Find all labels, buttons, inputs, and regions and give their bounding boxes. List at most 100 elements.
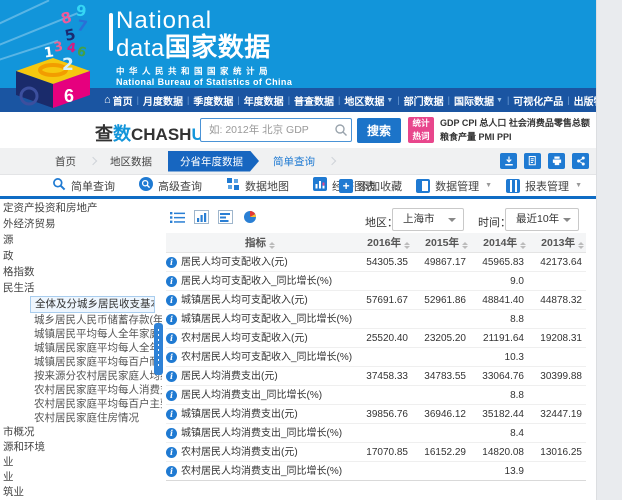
action-报表管理[interactable]: 报表管理▼ (506, 178, 582, 194)
bar-chart-view-icon[interactable] (194, 210, 209, 224)
chashu-logo: 查数CHASHU (95, 120, 204, 146)
value-cell: 8.8 (470, 386, 528, 404)
value-cell (412, 272, 470, 290)
nav-item-5[interactable]: 普查数据 (290, 93, 338, 108)
sidebar-item[interactable]: 城镇居民家庭平均每人全年消费性支出 (0, 341, 162, 355)
column-header-label: 2016年 (367, 237, 401, 249)
share-icon[interactable] (572, 153, 589, 169)
nav-item-9[interactable]: 可视化产品 (509, 93, 567, 108)
sidebar-item[interactable]: 外经济贸易 (0, 216, 162, 232)
nav-item-7[interactable]: 部门数据 (400, 93, 448, 108)
sidebar-item[interactable]: 格指数 (0, 264, 162, 280)
nav-item-label: 地区数据 (344, 93, 384, 108)
column-header-year[interactable]: 2015年 (412, 233, 470, 252)
list-view-icon[interactable] (170, 210, 185, 224)
info-icon[interactable]: i (166, 295, 177, 306)
query-manage-actions: +添加收藏数据管理▼ 报表管理▼ (339, 175, 582, 196)
value-cell (354, 386, 412, 404)
search-button[interactable]: 搜索 (357, 118, 401, 143)
value-cell: 13.9 (470, 462, 528, 480)
sort-icon[interactable] (404, 242, 410, 249)
info-icon[interactable]: i (166, 428, 177, 439)
column-header-indicator[interactable]: 指标 (166, 233, 354, 252)
nav-item-4[interactable]: 年度数据 (240, 93, 288, 108)
column-header-year[interactable]: 2013年 (528, 233, 586, 252)
sidebar-item[interactable]: 农村居民家庭平均每人消费支出 (0, 383, 162, 397)
sidebar-item[interactable]: 城镇居民平均每人全年家庭收入来源 (0, 327, 162, 341)
sidebar-item[interactable]: 城镇居民家庭平均每百户耐用消费品拥有量 (0, 355, 162, 369)
value-cell: 23205.20 (412, 329, 470, 347)
print-icon[interactable] (548, 153, 565, 169)
national-data-page: National data国家数据 中华人民共和国国家统计局 National … (0, 0, 622, 500)
brand-line1: National (116, 8, 292, 34)
tab-数据地图[interactable]: 数据地图 (226, 177, 289, 194)
nav-item-3[interactable]: 季度数据 (189, 93, 237, 108)
sidebar-item[interactable]: 农村居民家庭住房情况 (0, 411, 162, 425)
action-数据管理[interactable]: 数据管理▼ (416, 178, 492, 194)
info-icon[interactable]: i (166, 390, 177, 401)
sort-icon[interactable] (269, 242, 275, 249)
pie-chart-view-icon[interactable] (242, 210, 257, 224)
action-添加收藏[interactable]: +添加收藏 (339, 178, 402, 194)
tab-高级查询[interactable]: 高级查询 (139, 177, 202, 194)
column-header-year[interactable]: 2014年 (470, 233, 528, 252)
sort-icon[interactable] (520, 242, 526, 249)
breadcrumb-section[interactable]: 地区数据 (110, 154, 152, 169)
sidebar-item[interactable]: 农村居民家庭平均每百户主要耐用消费品拥有量 (0, 397, 162, 411)
sidebar-item[interactable]: 筑业 (0, 485, 162, 500)
sort-icon[interactable] (578, 242, 584, 249)
value-cell (528, 424, 586, 442)
time-select[interactable]: 最近10年 (505, 208, 579, 231)
info-icon[interactable]: i (166, 371, 177, 382)
logo-digit: 3 (53, 39, 65, 55)
info-icon[interactable]: i (166, 352, 177, 363)
value-cell: 54305.35 (354, 253, 412, 271)
search-input[interactable] (200, 118, 352, 142)
info-icon[interactable]: i (166, 466, 177, 477)
sidebar-item[interactable]: 市概况 (0, 425, 162, 440)
report-icon[interactable] (524, 153, 541, 169)
info-icon[interactable]: i (166, 409, 177, 420)
sidebar-item[interactable]: 定资产投资和房地产 (0, 200, 162, 216)
table-row: i 居民人均消费支出_同比增长(%) 8.8 (166, 386, 586, 405)
breadcrumb-active[interactable]: 分省年度数据 (168, 151, 259, 172)
sidebar-item[interactable]: 业 (0, 455, 162, 470)
sidebar-item[interactable]: 按来源分农村居民家庭人均纯收入 (0, 369, 162, 383)
info-icon[interactable]: i (166, 333, 177, 344)
sidebar-item[interactable]: 源 (0, 232, 162, 248)
column-header-year[interactable]: 2016年 (354, 233, 412, 252)
info-icon[interactable]: i (166, 257, 177, 268)
indicator-label: 居民人均消费支出_同比增长(%) (181, 386, 322, 404)
nav-item-1[interactable]: ⌂首页 (100, 93, 137, 108)
breadcrumb-current[interactable]: 简单查询 (273, 154, 315, 169)
sidebar-item[interactable]: 源和环境 (0, 440, 162, 455)
nav-item-2[interactable]: 月度数据 (139, 93, 187, 108)
indicator-cell: i居民人均消费支出(元) (166, 367, 354, 385)
nav-item-8[interactable]: 国际数据▼ (450, 93, 507, 108)
hbar-chart-view-icon[interactable] (218, 210, 233, 224)
sidebar-item[interactable]: 政 (0, 248, 162, 264)
sort-icon[interactable] (462, 242, 468, 249)
breadcrumb-home[interactable]: 首页 (55, 154, 76, 169)
value-cell: 9.0 (470, 272, 528, 290)
sidebar-collapse-handle[interactable] (154, 323, 163, 375)
region-select[interactable]: 上海市 (392, 208, 464, 231)
nav-item-6[interactable]: 地区数据▼ (340, 93, 397, 108)
hot-words-line1[interactable]: GDP CPI 总人口 社会消费品零售总额 (440, 116, 596, 130)
info-icon[interactable]: i (166, 314, 177, 325)
sidebar-item[interactable]: 城乡居民人民币储蓄存款(年底余额) (0, 313, 162, 327)
table-body: i居民人均可支配收入(元)54305.3549867.1745965.83421… (166, 253, 586, 481)
page-actions (500, 153, 589, 169)
info-icon[interactable]: i (166, 447, 177, 458)
tab-简单查询[interactable]: 简单查询 (52, 177, 115, 194)
info-icon[interactable]: i (166, 276, 177, 287)
download-icon[interactable] (500, 153, 517, 169)
search-icon[interactable] (334, 123, 348, 137)
sidebar-item-selected[interactable]: 全体及分城乡居民收支基本情况(新口径) (30, 296, 155, 313)
sidebar-item[interactable]: 业 (0, 470, 162, 485)
chashu-cn2: 数 (113, 124, 131, 144)
chart-icon (313, 177, 327, 194)
sidebar-item[interactable]: 民生活 (0, 280, 162, 296)
hot-words-line2[interactable]: 粮食产量 PMI PPI (440, 130, 596, 144)
value-cell: 57691.67 (354, 291, 412, 309)
